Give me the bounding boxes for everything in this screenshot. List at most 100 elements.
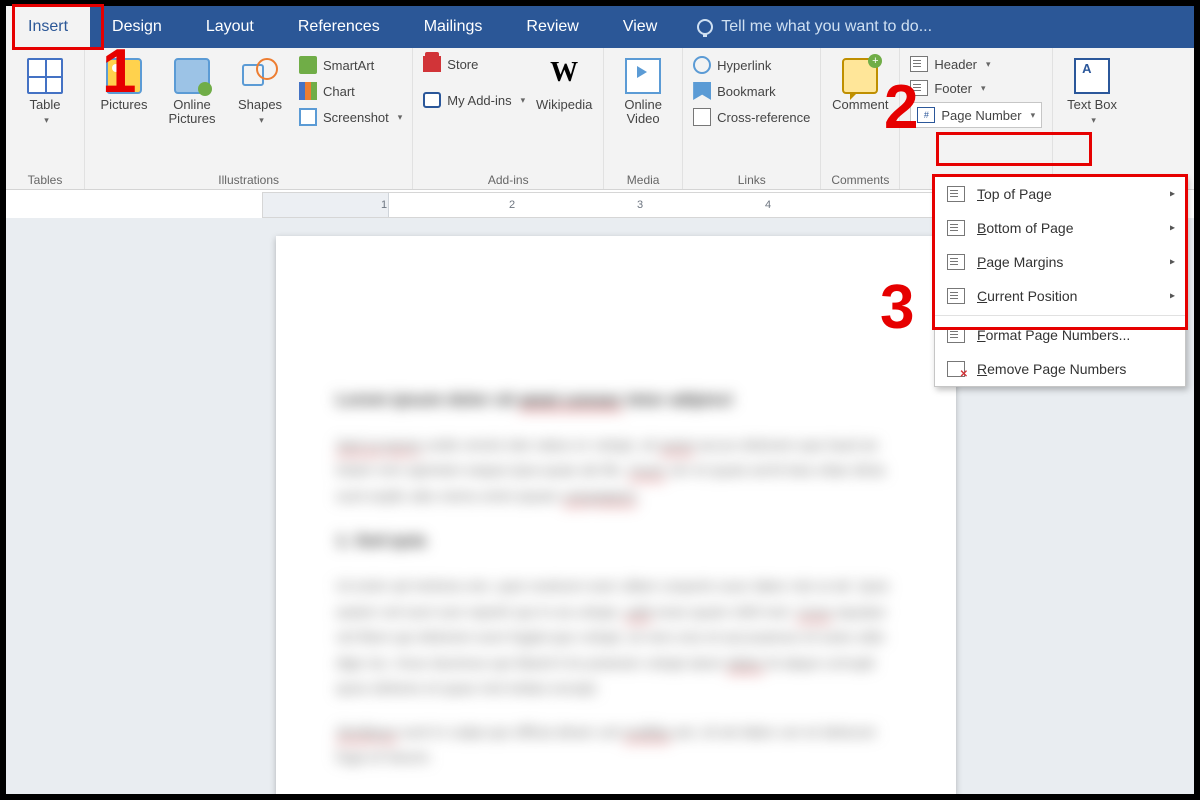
store-icon — [423, 56, 441, 72]
pictures-button[interactable]: Pictures — [95, 54, 153, 112]
bookmark-button[interactable]: Bookmark — [693, 80, 810, 102]
screenshot-label: Screenshot — [323, 110, 389, 125]
tell-me-search[interactable]: Tell me what you want to do... — [679, 6, 932, 48]
screenshot-icon — [299, 108, 317, 126]
submenu-arrow-icon: ▸ — [1170, 189, 1175, 200]
tell-me-placeholder: Tell me what you want to do... — [721, 18, 932, 36]
text-box-label: Text Box — [1067, 98, 1117, 112]
menu-separator — [935, 315, 1185, 316]
group-comments-label: Comments — [831, 171, 889, 187]
smartart-button[interactable]: SmartArt — [299, 54, 402, 76]
bottom-of-page-icon — [947, 220, 965, 236]
cross-reference-button[interactable]: Cross-reference — [693, 106, 810, 128]
document-body-blurred: Lorem ipsum dolor sit amet consec tetur … — [336, 386, 896, 789]
menu-current-position[interactable]: Current Position ▸ — [935, 279, 1185, 313]
online-video-label: Online Video — [614, 98, 672, 127]
text-box-icon: A — [1074, 58, 1110, 94]
online-video-button[interactable]: Online Video — [614, 54, 672, 127]
footer-icon — [910, 80, 928, 96]
tab-mailings[interactable]: Mailings — [402, 6, 505, 48]
online-pictures-label: Online Pictures — [163, 98, 221, 127]
page-margins-icon — [947, 254, 965, 270]
online-pictures-button[interactable]: Online Pictures — [163, 54, 221, 127]
group-links-label: Links — [693, 171, 810, 187]
group-media: Online Video Media — [604, 48, 683, 189]
submenu-arrow-icon: ▸ — [1170, 223, 1175, 234]
pictures-label: Pictures — [101, 98, 148, 112]
group-illustrations-label: Illustrations — [95, 171, 402, 187]
cross-reference-icon — [693, 108, 711, 126]
bookmark-icon — [693, 82, 711, 100]
group-illustrations: Pictures Online Pictures Shapes SmartArt… — [85, 48, 413, 189]
format-page-numbers-icon — [947, 327, 965, 343]
online-pictures-icon — [174, 58, 210, 94]
group-text: A Text Box — [1052, 48, 1131, 189]
menu-remove-label: Remove Page Numbers — [977, 361, 1126, 377]
group-tables-label: Tables — [16, 171, 74, 187]
store-label: Store — [447, 57, 478, 72]
group-comments: Comment Comments — [821, 48, 900, 189]
page-number-dropdown: Top of Page ▸ Bottom of Page ▸ Page Marg… — [934, 176, 1186, 387]
menu-bottom-of-page-label: Bottom of Page — [977, 220, 1074, 236]
page-number-label: Page Number — [941, 108, 1021, 123]
group-addins-label: Add-ins — [423, 171, 593, 187]
footer-button[interactable]: Footer — [910, 78, 1042, 98]
shapes-icon — [242, 58, 278, 94]
comment-button[interactable]: Comment — [831, 54, 889, 112]
text-box-button[interactable]: A Text Box — [1063, 54, 1121, 126]
ribbon-tabs: Insert Design Layout References Mailings… — [6, 6, 1194, 48]
my-addins-label: My Add-ins — [447, 93, 511, 108]
tab-references[interactable]: References — [276, 6, 402, 48]
group-links: Hyperlink Bookmark Cross-reference Links — [683, 48, 821, 189]
menu-bottom-of-page[interactable]: Bottom of Page ▸ — [935, 211, 1185, 245]
menu-current-position-label: Current Position — [977, 288, 1077, 304]
header-button[interactable]: Header — [910, 54, 1042, 74]
chart-label: Chart — [323, 84, 355, 99]
chart-icon — [299, 82, 317, 100]
online-video-icon — [625, 58, 661, 94]
chart-button[interactable]: Chart — [299, 80, 402, 102]
table-icon — [27, 58, 63, 94]
screenshot-button[interactable]: Screenshot — [299, 106, 402, 128]
tab-insert[interactable]: Insert — [6, 6, 90, 48]
menu-remove-page-numbers[interactable]: Remove Page Numbers — [935, 352, 1185, 386]
menu-top-of-page[interactable]: Top of Page ▸ — [935, 177, 1185, 211]
smartart-icon — [299, 56, 317, 74]
shapes-label: Shapes — [238, 98, 282, 112]
wikipedia-icon: W — [546, 58, 582, 94]
current-position-icon — [947, 288, 965, 304]
comment-icon — [842, 58, 878, 94]
top-of-page-icon — [947, 186, 965, 202]
tab-view[interactable]: View — [601, 6, 679, 48]
ruler-margin-shade — [263, 193, 389, 217]
table-button[interactable]: Table — [16, 54, 74, 126]
shapes-button[interactable]: Shapes — [231, 54, 289, 126]
ribbon: Table Tables Pictures Online Pictures Sh… — [6, 48, 1194, 190]
header-icon — [910, 56, 928, 72]
page-number-icon: # — [917, 107, 935, 123]
ruler-num-2: 2 — [509, 199, 515, 211]
tab-review[interactable]: Review — [504, 6, 600, 48]
store-button[interactable]: Store — [423, 54, 525, 74]
table-label: Table — [29, 98, 60, 112]
menu-format-page-numbers[interactable]: Format Page Numbers... — [935, 318, 1185, 352]
bookmark-label: Bookmark — [717, 84, 776, 99]
group-addins: Store My Add-ins W Wikipedia Add-ins — [413, 48, 604, 189]
group-media-label: Media — [614, 171, 672, 187]
my-addins-button[interactable]: My Add-ins — [423, 90, 525, 110]
menu-page-margins[interactable]: Page Margins ▸ — [935, 245, 1185, 279]
tab-design[interactable]: Design — [90, 6, 184, 48]
hyperlink-icon — [693, 56, 711, 74]
document-page[interactable]: Lorem ipsum dolor sit amet consec tetur … — [276, 236, 956, 794]
my-addins-icon — [423, 92, 441, 108]
group-tables: Table Tables — [6, 48, 85, 189]
submenu-arrow-icon: ▸ — [1170, 291, 1175, 302]
comment-label: Comment — [832, 98, 888, 112]
cross-reference-label: Cross-reference — [717, 110, 810, 125]
tab-layout[interactable]: Layout — [184, 6, 276, 48]
hyperlink-button[interactable]: Hyperlink — [693, 54, 810, 76]
wikipedia-button[interactable]: W Wikipedia — [535, 54, 593, 112]
page-number-button[interactable]: # Page Number — [910, 102, 1042, 128]
submenu-arrow-icon: ▸ — [1170, 257, 1175, 268]
menu-format-label: Format Page Numbers... — [977, 327, 1130, 343]
